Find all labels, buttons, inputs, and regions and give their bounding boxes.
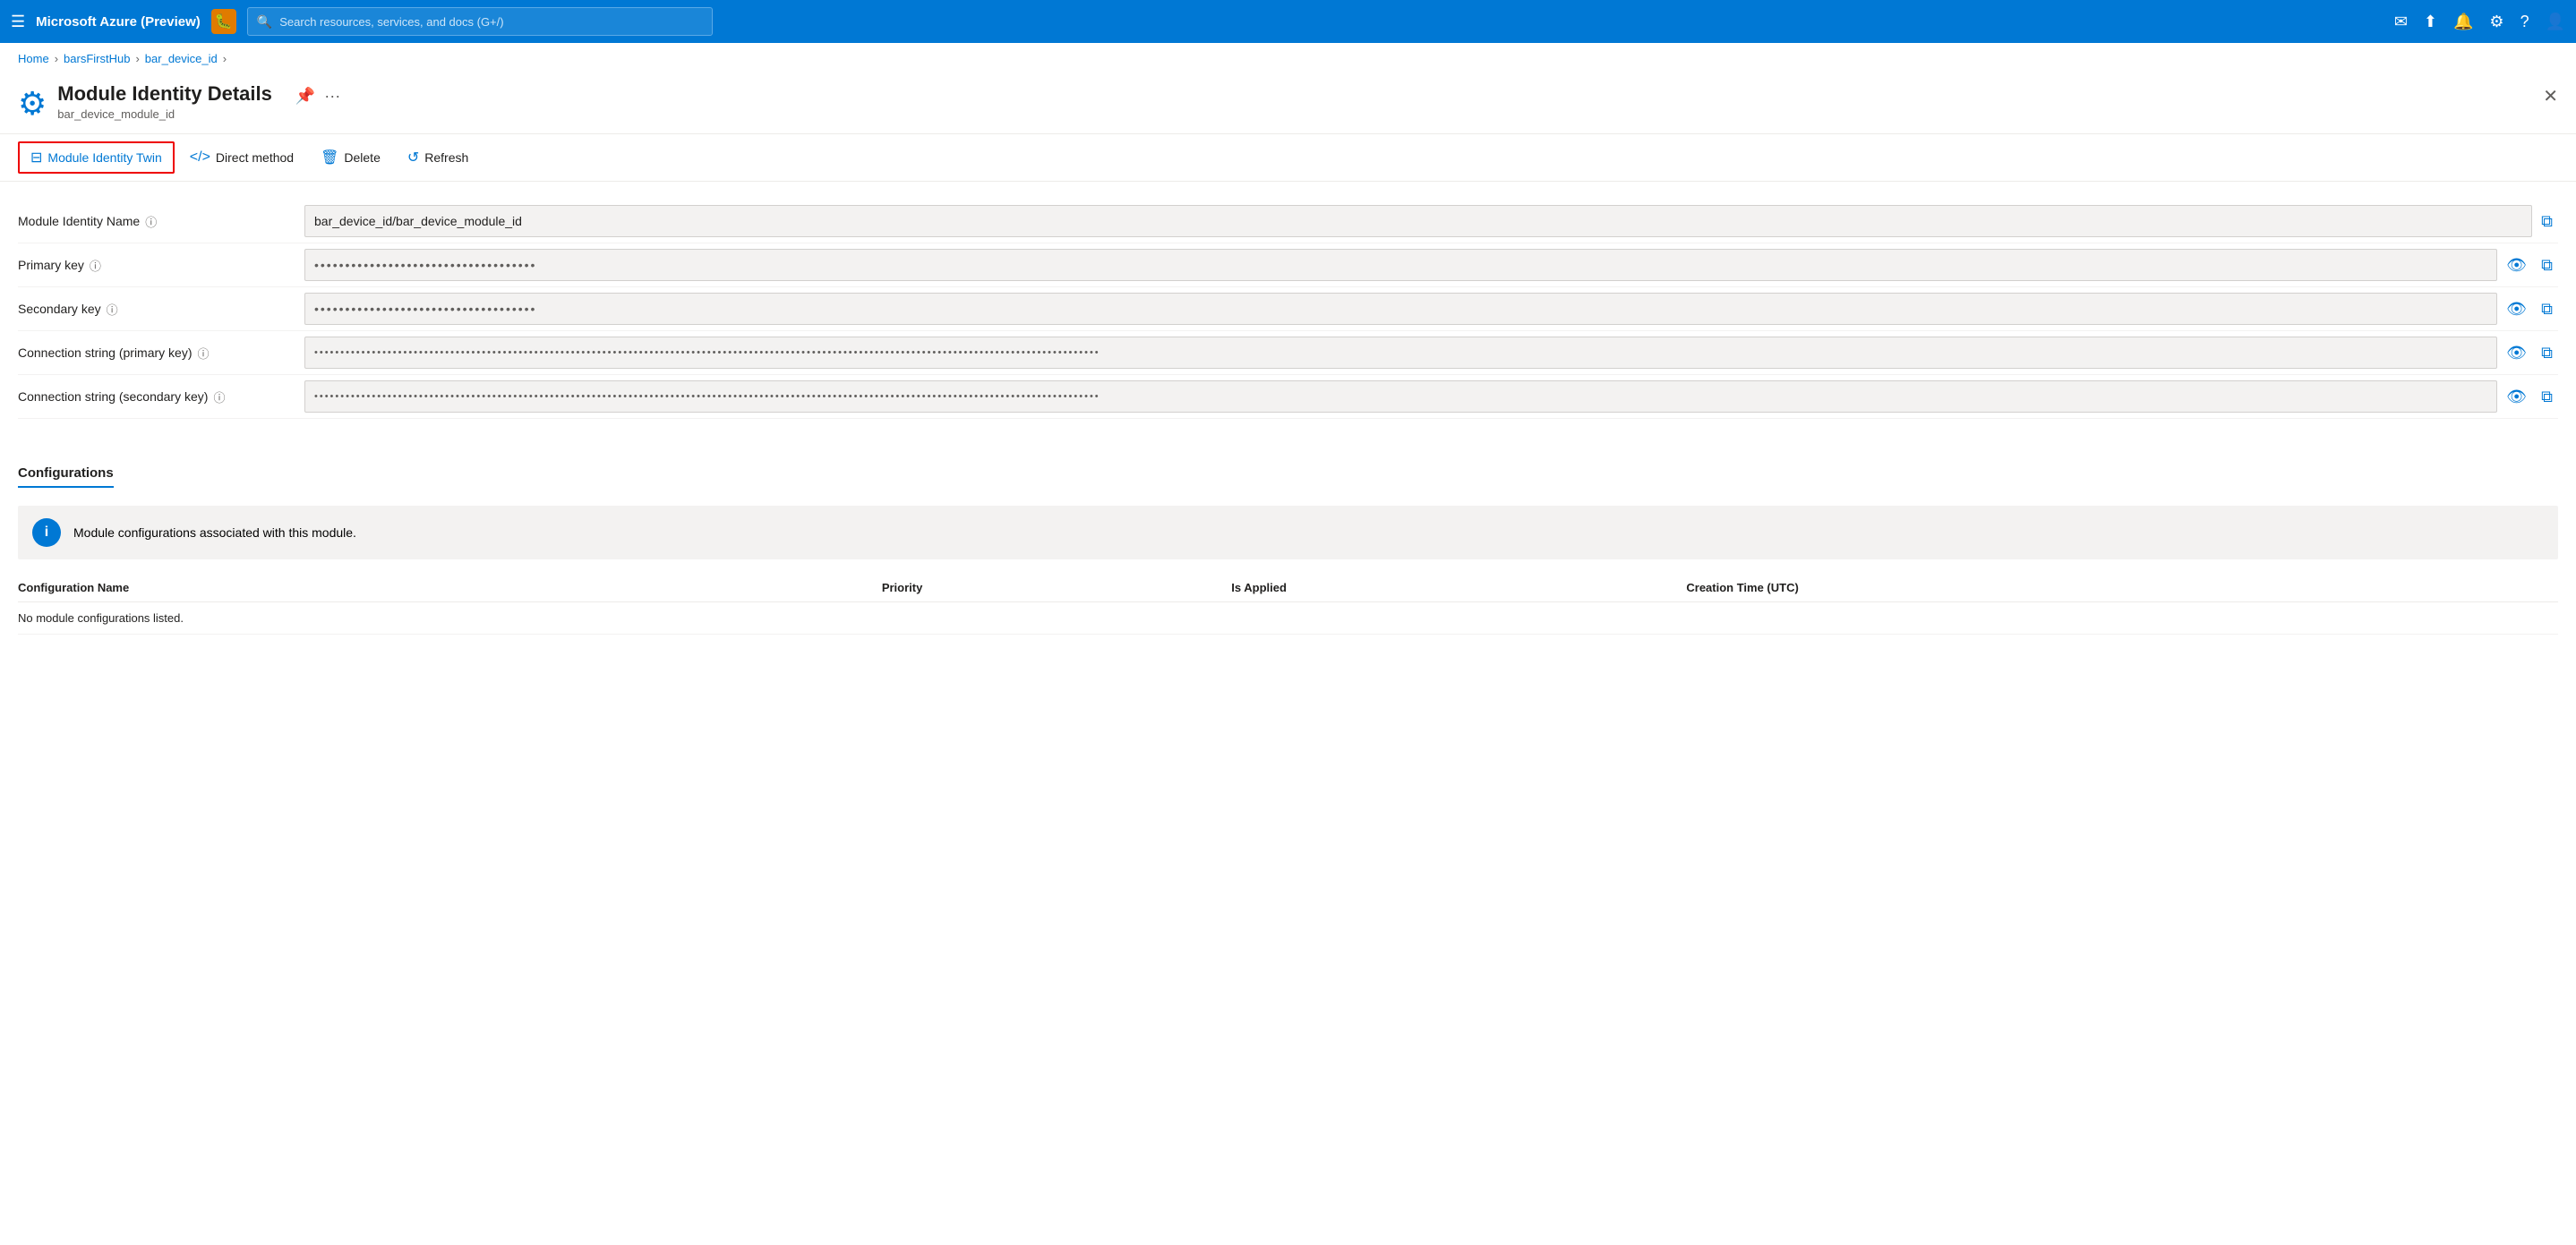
is-applied-col: Is Applied bbox=[1231, 574, 1686, 602]
form-row-module-identity-name: Module Identity Name ⓘ bar_device_id/bar… bbox=[18, 200, 2558, 243]
page-title: Module Identity Details bbox=[57, 82, 272, 106]
module-identity-twin-button[interactable]: ⊟ Module Identity Twin bbox=[18, 141, 175, 174]
toolbar: ⊟ Module Identity Twin </> Direct method… bbox=[0, 134, 2576, 182]
module-identity-name-value-container: bar_device_id/bar_device_module_id ⧉ bbox=[304, 205, 2558, 237]
primary-key-label: Primary key ⓘ bbox=[18, 257, 304, 274]
primary-key-eye-button[interactable]: 👁 bbox=[2501, 252, 2532, 278]
page-header-actions: 📌 ··· bbox=[295, 87, 340, 106]
module-identity-name-info-icon[interactable]: ⓘ bbox=[145, 213, 157, 230]
config-empty-message: No module configurations listed. bbox=[18, 602, 2558, 635]
email-icon[interactable]: ✉ bbox=[2394, 13, 2408, 31]
search-bar[interactable]: 🔍 bbox=[247, 7, 713, 36]
breadcrumb-sep-3: › bbox=[223, 52, 227, 65]
code-icon: </> bbox=[190, 149, 210, 166]
page-header-text: Module Identity Details 📌 ··· bar_device… bbox=[57, 81, 340, 121]
account-icon[interactable]: 👤 bbox=[2546, 13, 2565, 31]
refresh-button[interactable]: ↺ Refresh bbox=[396, 142, 480, 173]
app-title: Microsoft Azure (Preview) bbox=[36, 14, 201, 30]
refresh-icon: ↺ bbox=[407, 149, 419, 166]
twin-label: Module Identity Twin bbox=[47, 150, 161, 165]
priority-col: Priority bbox=[882, 574, 1231, 602]
breadcrumb-sep-2: › bbox=[135, 52, 139, 65]
config-table-header-row: Configuration Name Priority Is Applied C… bbox=[18, 574, 2558, 602]
secondary-key-value-container: •••••••••••••••••••••••••••••••••••• 👁 ⧉ bbox=[304, 293, 2558, 325]
config-table: Configuration Name Priority Is Applied C… bbox=[18, 574, 2558, 635]
delete-label: Delete bbox=[344, 150, 380, 165]
secondary-key-label: Secondary key ⓘ bbox=[18, 301, 304, 318]
breadcrumb-hub[interactable]: barsFirstHub bbox=[64, 52, 130, 65]
refresh-label: Refresh bbox=[424, 150, 468, 165]
info-message: Module configurations associated with th… bbox=[73, 525, 356, 540]
cloud-shell-icon[interactable]: ⬆ bbox=[2424, 13, 2437, 31]
secondary-key-eye-button[interactable]: 👁 bbox=[2501, 296, 2532, 322]
direct-method-button[interactable]: </> Direct method bbox=[178, 143, 305, 172]
config-table-header: Configuration Name Priority Is Applied C… bbox=[18, 574, 2558, 602]
search-icon: 🔍 bbox=[257, 14, 272, 30]
module-identity-name-value: bar_device_id/bar_device_module_id bbox=[304, 205, 2532, 237]
config-name-col: Configuration Name bbox=[18, 574, 882, 602]
breadcrumb-device[interactable]: bar_device_id bbox=[145, 52, 218, 65]
connection-secondary-value: ••••••••••••••••••••••••••••••••••••••••… bbox=[304, 380, 2497, 413]
config-table-body: No module configurations listed. bbox=[18, 602, 2558, 635]
connection-secondary-eye-button[interactable]: 👁 bbox=[2501, 384, 2532, 410]
form-row-secondary-key: Secondary key ⓘ ••••••••••••••••••••••••… bbox=[18, 287, 2558, 331]
page-header: ⚙ Module Identity Details 📌 ··· bar_devi… bbox=[0, 74, 2576, 134]
breadcrumb: Home › barsFirstHub › bar_device_id › bbox=[0, 43, 2576, 74]
twin-icon: ⊟ bbox=[30, 149, 42, 166]
notifications-icon[interactable]: 🔔 bbox=[2453, 13, 2473, 31]
breadcrumb-home[interactable]: Home bbox=[18, 52, 49, 65]
connection-primary-label: Connection string (primary key) ⓘ bbox=[18, 345, 304, 362]
connection-primary-value: ••••••••••••••••••••••••••••••••••••••••… bbox=[304, 337, 2497, 369]
content-area: Home › barsFirstHub › bar_device_id › ⚙ … bbox=[0, 43, 2576, 1245]
primary-key-info-icon[interactable]: ⓘ bbox=[90, 257, 101, 274]
connection-secondary-copy-button[interactable]: ⧉ bbox=[2536, 384, 2558, 410]
connection-secondary-label: Connection string (secondary key) ⓘ bbox=[18, 388, 304, 405]
search-input[interactable] bbox=[279, 15, 703, 29]
delete-icon: 🗑 bbox=[321, 149, 338, 166]
module-identity-name-label: Module Identity Name ⓘ bbox=[18, 213, 304, 230]
creation-time-col: Creation Time (UTC) bbox=[1686, 574, 2558, 602]
bug-icon: 🐛 bbox=[211, 9, 236, 34]
hamburger-icon[interactable]: ☰ bbox=[11, 13, 25, 31]
module-icon: ⚙ bbox=[18, 85, 47, 123]
topbar: ☰ Microsoft Azure (Preview) 🐛 🔍 ✉ ⬆ 🔔 ⚙ … bbox=[0, 0, 2576, 43]
secondary-key-copy-button[interactable]: ⧉ bbox=[2536, 296, 2558, 322]
connection-secondary-value-container: ••••••••••••••••••••••••••••••••••••••••… bbox=[304, 380, 2558, 413]
help-icon[interactable]: ? bbox=[2520, 13, 2529, 31]
more-icon[interactable]: ··· bbox=[324, 87, 340, 106]
connection-secondary-info-icon[interactable]: ⓘ bbox=[213, 388, 225, 405]
configurations-title: Configurations bbox=[18, 465, 114, 488]
configurations-section: Configurations bbox=[18, 444, 2558, 491]
primary-key-value-container: •••••••••••••••••••••••••••••••••••• 👁 ⧉ bbox=[304, 249, 2558, 281]
primary-key-value: •••••••••••••••••••••••••••••••••••• bbox=[304, 249, 2497, 281]
settings-icon[interactable]: ⚙ bbox=[2489, 13, 2503, 31]
secondary-key-value: •••••••••••••••••••••••••••••••••••• bbox=[304, 293, 2497, 325]
secondary-key-info-icon[interactable]: ⓘ bbox=[107, 301, 118, 318]
primary-key-copy-button[interactable]: ⧉ bbox=[2536, 252, 2558, 278]
connection-primary-eye-button[interactable]: 👁 bbox=[2501, 340, 2532, 366]
direct-method-label: Direct method bbox=[216, 150, 294, 165]
topbar-icons: ✉ ⬆ 🔔 ⚙ ? 👤 bbox=[2394, 13, 2565, 31]
page-subtitle: bar_device_module_id bbox=[57, 107, 340, 121]
main-content: Module Identity Name ⓘ bar_device_id/bar… bbox=[0, 182, 2576, 652]
connection-primary-value-container: ••••••••••••••••••••••••••••••••••••••••… bbox=[304, 337, 2558, 369]
form-row-connection-primary: Connection string (primary key) ⓘ ••••••… bbox=[18, 331, 2558, 375]
info-banner: i Module configurations associated with … bbox=[18, 506, 2558, 559]
module-identity-name-copy-button[interactable]: ⧉ bbox=[2536, 209, 2558, 235]
connection-primary-info-icon[interactable]: ⓘ bbox=[198, 345, 210, 362]
config-empty-row: No module configurations listed. bbox=[18, 602, 2558, 635]
pin-icon[interactable]: 📌 bbox=[295, 87, 315, 106]
info-icon: i bbox=[32, 518, 61, 547]
breadcrumb-sep-1: › bbox=[55, 52, 58, 65]
form-row-connection-secondary: Connection string (secondary key) ⓘ ••••… bbox=[18, 375, 2558, 419]
form-row-primary-key: Primary key ⓘ ••••••••••••••••••••••••••… bbox=[18, 243, 2558, 287]
connection-primary-copy-button[interactable]: ⧉ bbox=[2536, 340, 2558, 366]
close-button[interactable]: ✕ bbox=[2543, 85, 2558, 107]
delete-button[interactable]: 🗑 Delete bbox=[309, 142, 392, 173]
